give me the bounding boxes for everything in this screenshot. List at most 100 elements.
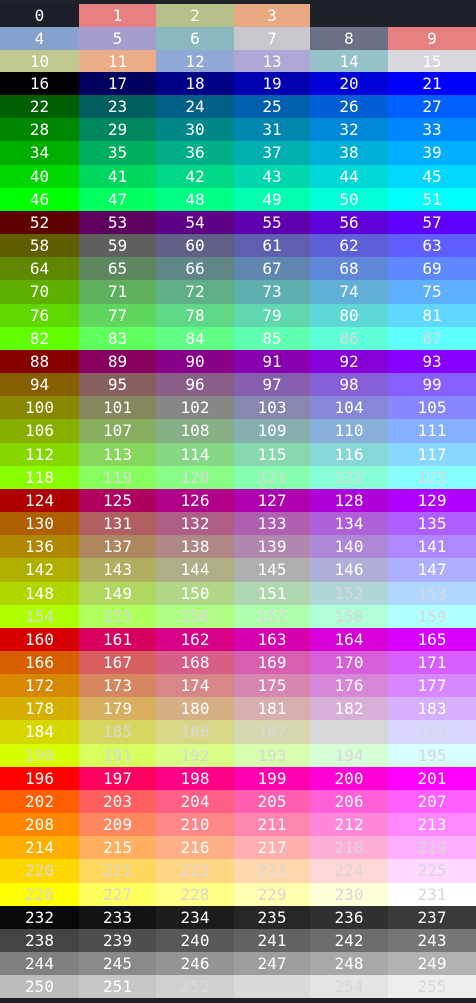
color-cell-201: 201	[388, 767, 476, 790]
color-cell-182: 182	[310, 697, 388, 720]
color-cell-227: 227	[79, 883, 156, 906]
color-cell-131: 131	[79, 512, 156, 535]
color-cell-46: 46	[0, 188, 79, 211]
color-cell-28: 28	[0, 118, 79, 141]
color-cell-194: 194	[310, 744, 388, 767]
color-cell-205: 205	[234, 790, 310, 813]
color-cell-146: 146	[310, 558, 388, 582]
color-cell-5: 5	[79, 27, 156, 50]
color-cell-147: 147	[388, 558, 476, 582]
color-cell-192: 192	[156, 744, 234, 767]
color-cell-209: 209	[79, 813, 156, 836]
color-cell-223: 223	[234, 859, 310, 883]
color-cell-184: 184	[0, 720, 79, 744]
color-cell-23: 23	[79, 95, 156, 118]
color-cell-41: 41	[79, 165, 156, 188]
color-cell-200: 200	[310, 767, 388, 790]
color-cell-76: 76	[0, 304, 79, 327]
color-cell-211: 211	[234, 813, 310, 836]
color-cell-208: 208	[0, 813, 79, 836]
color-cell-230: 230	[310, 883, 388, 906]
color-cell-29: 29	[79, 118, 156, 141]
color-cell-228: 228	[156, 883, 234, 906]
color-cell-245: 245	[79, 952, 156, 975]
color-cell-1: 1	[79, 4, 156, 27]
color-cell-177: 177	[388, 674, 476, 697]
color-cell-73: 73	[234, 280, 310, 304]
color-cell-63: 63	[388, 234, 476, 257]
color-cell-242: 242	[310, 929, 388, 952]
color-cell-144: 144	[156, 558, 234, 582]
color-cell-206: 206	[310, 790, 388, 813]
color-cell-248: 248	[310, 952, 388, 975]
color-cell-213: 213	[388, 813, 476, 836]
color-cell-148: 148	[0, 582, 79, 605]
color-cell-62: 62	[310, 234, 388, 257]
color-cell-222: 222	[156, 859, 234, 883]
color-cell-145: 145	[234, 558, 310, 582]
color-cell-247: 247	[234, 952, 310, 975]
color-cell-113: 113	[79, 443, 156, 466]
color-cell-138: 138	[156, 535, 234, 558]
color-cell-42: 42	[156, 165, 234, 188]
color-cell-50: 50	[310, 188, 388, 211]
color-cell-181: 181	[234, 697, 310, 720]
color-cell-152: 152	[310, 582, 388, 605]
color-cell-30: 30	[156, 118, 234, 141]
color-cell-166: 166	[0, 651, 79, 674]
color-cell-217: 217	[234, 836, 310, 859]
color-cell-35: 35	[79, 141, 156, 165]
color-cell-231: 231	[388, 883, 476, 906]
color-cell-85: 85	[234, 327, 310, 350]
color-cell-214: 214	[0, 836, 79, 859]
color-palette-grid: 0 1 2 3 4 5 6 7 8 9 10 11 12 13 14 15 16 17 18 19 20 21 22 23 24…	[0, 0, 476, 1003]
color-cell-99: 99	[388, 373, 476, 396]
color-cell-216: 216	[156, 836, 234, 859]
color-cell-100: 100	[0, 396, 79, 419]
color-cell-87: 87	[388, 327, 476, 350]
color-cell-97: 97	[234, 373, 310, 396]
color-cell-66: 66	[156, 257, 234, 280]
color-cell-11: 11	[79, 50, 156, 73]
color-cell-58: 58	[0, 234, 79, 257]
color-cell-102: 102	[156, 396, 234, 419]
color-cell-114: 114	[156, 443, 234, 466]
color-cell-140: 140	[310, 535, 388, 558]
color-cell-52: 52	[0, 211, 79, 234]
color-cell-22: 22	[0, 95, 79, 118]
color-cell-204: 204	[156, 790, 234, 813]
color-cell-24: 24	[156, 95, 234, 118]
color-cell-13: 13	[234, 50, 310, 73]
color-cell-199: 199	[234, 767, 310, 790]
color-cell-190: 190	[0, 744, 79, 767]
color-cell-233: 233	[79, 906, 156, 929]
color-cell-154: 154	[0, 605, 79, 628]
color-cell-215: 215	[79, 836, 156, 859]
color-cell-110: 110	[310, 419, 388, 443]
color-cell-160: 160	[0, 628, 79, 651]
color-cell-90: 90	[156, 350, 234, 373]
color-cell-241: 241	[234, 929, 310, 952]
color-cell-26: 26	[310, 95, 388, 118]
color-cell-236: 236	[310, 906, 388, 929]
color-cell-118: 118	[0, 466, 79, 489]
color-cell-18: 18	[156, 72, 234, 95]
color-cell-92: 92	[310, 350, 388, 373]
color-cell-224: 224	[310, 859, 388, 883]
color-cell-27: 27	[388, 95, 476, 118]
color-cell-57: 57	[388, 211, 476, 234]
color-cell-179: 179	[79, 697, 156, 720]
color-cell-119: 119	[79, 466, 156, 489]
color-cell-240: 240	[156, 929, 234, 952]
color-cell-116: 116	[310, 443, 388, 466]
color-cell-218: 218	[310, 836, 388, 859]
color-cell-12: 12	[156, 50, 234, 73]
color-cell-210: 210	[156, 813, 234, 836]
color-cell-89: 89	[79, 350, 156, 373]
color-cell-134: 134	[310, 512, 388, 535]
color-cell-150: 150	[156, 582, 234, 605]
color-cell-14: 14	[310, 50, 388, 73]
color-cell-221: 221	[79, 859, 156, 883]
color-cell-0: 0	[0, 4, 79, 27]
color-cell-129: 129	[388, 489, 476, 512]
